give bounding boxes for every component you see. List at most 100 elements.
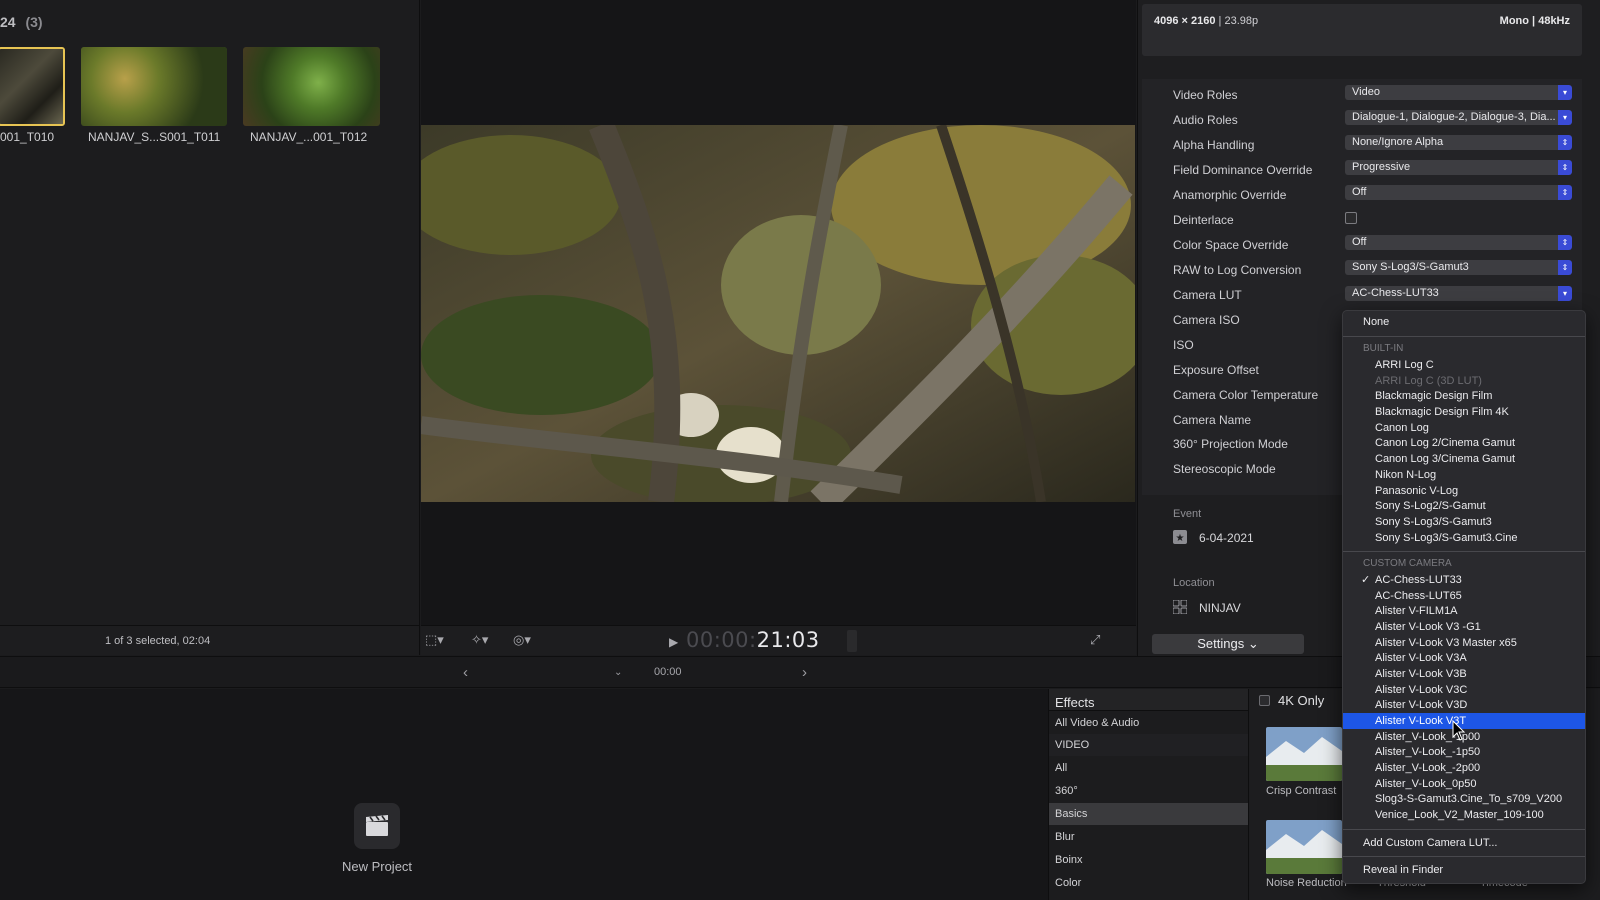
audio-rate: 48kHz — [1538, 15, 1570, 27]
retime-tool-icon[interactable]: ◎▾ — [513, 632, 531, 650]
menu-item-custom[interactable]: Alister V-FILM1A — [1343, 603, 1585, 619]
menu-item-custom[interactable]: Alister V-Look V3 -G1 — [1343, 619, 1585, 635]
svg-text:★: ★ — [1176, 533, 1185, 544]
color-space-popup[interactable]: Off ⇕ — [1345, 235, 1572, 250]
menu-item-custom[interactable]: Alister V-Look V3A — [1343, 650, 1585, 666]
enhance-tool-icon[interactable]: ✧▾ — [471, 632, 488, 650]
menu-separator — [1343, 551, 1585, 552]
viewer-frame[interactable] — [421, 125, 1135, 502]
menu-item-custom[interactable]: Alister V-Look V3D — [1343, 697, 1585, 713]
camera-lut-menu: None BUILT-IN ARRI Log C ARRI Log C (3D … — [1342, 310, 1586, 884]
browser-panel: 24 (3) 001_T010 NANJAV_S...S001_T011 NAN… — [0, 0, 420, 625]
menu-item-builtin[interactable]: ARRI Log C — [1343, 357, 1585, 373]
menu-item-builtin[interactable]: Sony S-Log3/S-Gamut3 — [1343, 514, 1585, 530]
resolution-info: 4096 × 2160 | 23.98p — [1154, 15, 1259, 27]
raw-to-log-popup[interactable]: Sony S-Log3/S-Gamut3 ⇕ — [1345, 260, 1572, 275]
effects-category-basics[interactable]: Basics — [1049, 803, 1249, 825]
new-project-button[interactable]: New Project — [339, 803, 415, 874]
clip-thumbnail-2[interactable] — [81, 47, 227, 126]
menu-item-custom[interactable]: Alister_V-Look_0p50 — [1343, 776, 1585, 792]
menu-separator — [1343, 336, 1585, 337]
settings-button[interactable]: Settings ⌄ — [1152, 634, 1304, 654]
effect-thumb-crisp-contrast[interactable] — [1266, 727, 1342, 781]
chevron-down-icon[interactable]: ⌄ — [614, 667, 622, 678]
checkmark-icon: ✓ — [1361, 574, 1371, 586]
4k-only-checkbox[interactable] — [1259, 695, 1270, 706]
effects-category-blur[interactable]: Blur — [1049, 826, 1249, 848]
viewer-panel — [421, 0, 1136, 625]
clip-thumbnail-1[interactable] — [0, 47, 65, 126]
menu-item-custom[interactable]: Alister V-Look V3B — [1343, 666, 1585, 682]
menu-item-custom[interactable]: Alister_V-Look_-1p50 — [1343, 744, 1585, 760]
chevron-down-icon: ⌄ — [1247, 636, 1259, 651]
menu-item-custom[interactable]: Alister_V-Look_-2p00 — [1343, 760, 1585, 776]
menu-item-builtin[interactable]: Canon Log 3/Cinema Gamut — [1343, 451, 1585, 467]
timecode-display: 00:00:21:03 — [686, 628, 820, 652]
event-value[interactable]: ★ 6-04-2021 — [1173, 530, 1254, 545]
forward-icon[interactable]: › — [802, 664, 807, 681]
audio-channels: Mono — [1499, 15, 1529, 27]
play-icon[interactable]: ▶ — [669, 635, 678, 653]
browser-status-bar: 1 of 3 selected, 02:04 — [0, 625, 420, 655]
deinterlace-checkbox[interactable] — [1345, 212, 1357, 224]
timeline-area — [0, 689, 1048, 900]
menu-item-builtin[interactable]: Sony S-Log2/S-Gamut — [1343, 498, 1585, 514]
grid-icon — [1172, 599, 1188, 615]
menu-item-builtin[interactable]: Sony S-Log3/S-Gamut3.Cine — [1343, 530, 1585, 546]
clip-count: (3) — [25, 14, 43, 30]
row-label-camera-lut: Camera LUT — [1173, 288, 1242, 302]
menu-item-builtin[interactable]: Panasonic V-Log — [1343, 483, 1585, 499]
star-icon: ★ — [1173, 530, 1187, 544]
menu-separator — [1343, 856, 1585, 857]
effects-category-all-video-audio[interactable]: All Video & Audio — [1049, 712, 1249, 734]
field-dominance-popup[interactable]: Progressive ⇕ — [1345, 160, 1572, 175]
menu-item-custom[interactable]: Alister V-Look V3 Master x65 — [1343, 635, 1585, 651]
row-label-iso: ISO — [1173, 338, 1194, 352]
event-date: 6-04-2021 — [1199, 531, 1254, 545]
effects-section-video[interactable]: VIDEO — [1049, 734, 1249, 756]
audio-info: Mono | 48kHz — [1499, 15, 1570, 27]
clip-thumbnail-3[interactable] — [243, 47, 380, 126]
browser-header: 24 (3) — [0, 14, 43, 34]
frame-rate: 23.98p — [1224, 15, 1259, 27]
back-icon[interactable]: ‹ — [463, 664, 468, 681]
menu-item-builtin[interactable]: Canon Log — [1343, 420, 1585, 436]
menu-item-custom[interactable]: AC-Chess-LUT65 — [1343, 588, 1585, 604]
camera-lut-popup[interactable]: AC-Chess-LUT33 ▾ — [1345, 286, 1572, 301]
fullscreen-icon[interactable]: ⤢ — [1090, 632, 1100, 650]
effects-category-color[interactable]: Color — [1049, 872, 1249, 894]
selection-status: 1 of 3 selected, 02:04 — [105, 635, 211, 647]
menu-item-custom[interactable]: Alister V-Look V3C — [1343, 682, 1585, 698]
menu-separator — [1343, 829, 1585, 830]
location-name: NINJAV — [1199, 601, 1241, 615]
row-label-field-dominance: Field Dominance Override — [1173, 163, 1313, 177]
menu-header-builtin: BUILT-IN — [1363, 343, 1404, 354]
event-title: 24 — [0, 14, 16, 30]
location-value[interactable]: NINJAV — [1172, 599, 1241, 615]
effects-category-boinx[interactable]: Boinx — [1049, 849, 1249, 871]
effects-category-360[interactable]: 360° — [1049, 780, 1249, 802]
clip-label: NANJAV_...001_T012 — [250, 130, 368, 144]
menu-item-builtin[interactable]: Blackmagic Design Film — [1343, 388, 1585, 404]
menu-item-custom[interactable]: Slog3-S-Gamut3.Cine_To_s709_V200 — [1343, 791, 1585, 807]
menu-item-reveal-in-finder[interactable]: Reveal in Finder — [1343, 862, 1585, 878]
4k-only-toggle[interactable]: 4K Only — [1259, 693, 1324, 708]
row-label-exposure-offset: Exposure Offset — [1173, 363, 1259, 377]
popup-value: Off — [1352, 236, 1367, 248]
effects-category-all[interactable]: All — [1049, 757, 1249, 779]
audio-roles-popup[interactable]: Dialogue-1, Dialogue-2, Dialogue-3, Dia.… — [1345, 110, 1572, 125]
menu-item-add-custom-lut[interactable]: Add Custom Camera LUT... — [1343, 835, 1585, 851]
video-roles-popup[interactable]: Video ▾ — [1345, 85, 1572, 100]
alpha-handling-popup[interactable]: None/Ignore Alpha ⇕ — [1345, 135, 1572, 150]
menu-item-builtin[interactable]: Nikon N-Log — [1343, 467, 1585, 483]
anamorphic-popup[interactable]: Off ⇕ — [1345, 185, 1572, 200]
menu-item-custom-selected[interactable]: ✓ AC-Chess-LUT33 — [1343, 572, 1585, 588]
row-label-camera-color-temperature: Camera Color Temperature — [1173, 388, 1319, 402]
menu-item-custom[interactable]: Venice_Look_V2_Master_109-100 — [1343, 807, 1585, 823]
transform-tool-icon[interactable]: ⬚▾ — [425, 632, 444, 650]
effect-thumb-noise-reduction[interactable] — [1266, 820, 1342, 874]
menu-item-none[interactable]: None — [1343, 314, 1585, 330]
menu-item-builtin[interactable]: Blackmagic Design Film 4K — [1343, 404, 1585, 420]
menu-item-builtin[interactable]: Canon Log 2/Cinema Gamut — [1343, 435, 1585, 451]
row-label-anamorphic: Anamorphic Override — [1173, 188, 1287, 202]
